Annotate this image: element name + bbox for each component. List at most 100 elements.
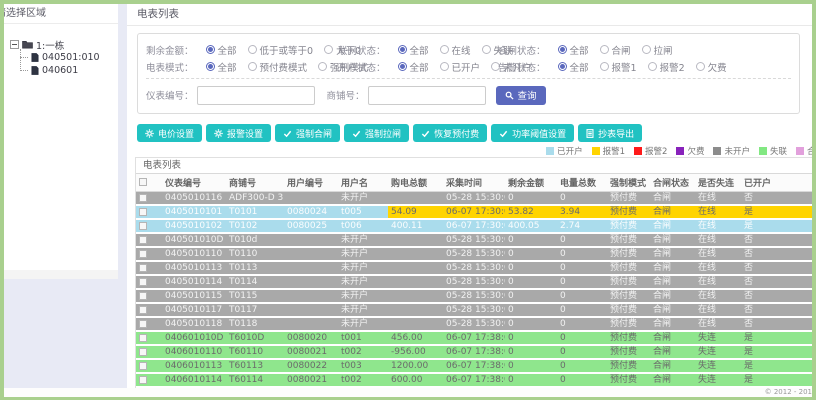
radio-icon[interactable] bbox=[599, 62, 609, 71]
query-button[interactable]: 查询 bbox=[495, 85, 546, 105]
action-button-label: 电价设置 bbox=[158, 129, 195, 140]
radio-option[interactable]: 在线 bbox=[439, 43, 471, 57]
radio-selected-icon[interactable] bbox=[205, 45, 215, 54]
action-button-强制合闸[interactable]: 强制合闸 bbox=[275, 124, 341, 142]
table-row[interactable]: 0405010113T0113未开户05-28 15:30:0000预付费合闸在… bbox=[136, 261, 812, 276]
radio-icon[interactable] bbox=[318, 62, 328, 71]
row-checkbox[interactable] bbox=[139, 361, 147, 370]
radio-option[interactable]: 已开户 bbox=[439, 60, 480, 74]
action-button-强制拉闸[interactable]: 强制拉闸 bbox=[344, 124, 410, 142]
column-header[interactable]: 购电总额 bbox=[388, 173, 443, 192]
column-header[interactable]: 用户编号 bbox=[284, 173, 338, 192]
row-checkbox[interactable] bbox=[139, 235, 147, 244]
tree-root-node[interactable]: 1:一栋 bbox=[10, 38, 118, 52]
radio-selected-icon[interactable] bbox=[557, 45, 567, 54]
column-header[interactable]: 剩余金额 bbox=[505, 173, 557, 192]
select-all-checkbox[interactable] bbox=[139, 178, 147, 186]
table-row[interactable]: 0405010117T0117未开户05-28 15:30:0000预付费合闸在… bbox=[136, 303, 812, 318]
column-header[interactable]: 商铺号 bbox=[226, 173, 284, 192]
action-button-功率阈值设置[interactable]: 功率阈值设置 bbox=[491, 124, 575, 142]
radio-option[interactable]: 报警2 bbox=[647, 60, 685, 74]
row-checkbox[interactable] bbox=[139, 263, 147, 272]
table-cell: 05-28 15:30:00 bbox=[443, 191, 505, 206]
tree-node-label[interactable]: 040501:010 bbox=[42, 52, 100, 63]
table-row[interactable]: 0405010116ADF300-D 3未开户05-28 15:30:0000预… bbox=[136, 191, 812, 206]
table-row[interactable]: 0406010110 T60110 0080021 t002 -956.00 06-07 … bbox=[136, 345, 812, 360]
table-row[interactable]: 0405010110T0110未开户05-28 15:30:0000预付费合闸在… bbox=[136, 247, 812, 262]
radio-icon[interactable] bbox=[439, 45, 449, 54]
tree-collapse-icon[interactable] bbox=[10, 40, 19, 49]
action-button-抄表导出[interactable]: 抄表导出 bbox=[578, 124, 643, 142]
action-button-恢复预付费[interactable]: 恢复预付费 bbox=[413, 124, 488, 142]
radio-icon[interactable] bbox=[599, 45, 609, 54]
radio-icon[interactable] bbox=[439, 62, 449, 71]
column-header[interactable]: 已开户 bbox=[741, 173, 812, 192]
row-checkbox[interactable] bbox=[139, 375, 147, 384]
table-row[interactable]: 0405010114T0114未开户05-28 15:30:0000预付费合闸在… bbox=[136, 275, 812, 290]
table-row[interactable]: 040501010DT010d未开户05-28 15:30:0000预付费合闸在… bbox=[136, 233, 812, 248]
radio-selected-icon[interactable] bbox=[397, 45, 407, 54]
radio-option[interactable]: 预付费模式 bbox=[247, 60, 307, 74]
table-row[interactable]: 0405010115T0115未开户05-28 15:30:0000预付费合闸在… bbox=[136, 289, 812, 304]
radio-icon[interactable] bbox=[641, 45, 651, 54]
row-checkbox[interactable] bbox=[139, 319, 147, 328]
radio-option[interactable]: 低于或等于0 bbox=[247, 43, 313, 57]
radio-icon[interactable] bbox=[695, 62, 705, 71]
column-header[interactable]: 强制模式 bbox=[607, 173, 650, 192]
row-checkbox[interactable] bbox=[139, 221, 147, 230]
table-cell: 05-28 15:30:00 bbox=[443, 233, 505, 248]
row-checkbox[interactable] bbox=[139, 305, 147, 314]
row-checkbox[interactable] bbox=[139, 291, 147, 300]
action-button-报警设置[interactable]: 报警设置 bbox=[206, 124, 272, 142]
action-button-电价设置[interactable]: 电价设置 bbox=[137, 124, 203, 142]
row-checkbox[interactable] bbox=[139, 333, 147, 342]
meter-no-input[interactable] bbox=[196, 85, 315, 105]
radio-option[interactable]: 全部 bbox=[205, 60, 237, 74]
radio-option[interactable]: 报警1 bbox=[599, 60, 637, 74]
column-header[interactable]: 仪表编号 bbox=[162, 173, 226, 192]
radio-option[interactable]: 全部 bbox=[397, 43, 429, 57]
radio-icon[interactable] bbox=[247, 62, 257, 71]
column-header[interactable]: 用户名 bbox=[338, 173, 388, 192]
row-checkbox[interactable] bbox=[139, 347, 147, 356]
tree-node-label[interactable]: 040601 bbox=[42, 65, 78, 76]
radio-selected-icon[interactable] bbox=[397, 62, 407, 71]
row-checkbox[interactable] bbox=[139, 249, 147, 258]
table-row[interactable]: 040601010D T6010D 0080020 t001 456.00 06-07 1… bbox=[136, 331, 812, 346]
table-body: 0405010116ADF300-D 3未开户05-28 15:30:0000预… bbox=[136, 191, 812, 388]
radio-icon[interactable] bbox=[481, 45, 491, 54]
radio-icon[interactable] bbox=[647, 62, 657, 71]
row-checkbox[interactable] bbox=[139, 193, 147, 202]
column-header[interactable]: 合闸状态 bbox=[650, 173, 695, 192]
table-cell: 合闸 bbox=[650, 247, 695, 262]
tree-node[interactable]: 040501:010 bbox=[20, 51, 118, 64]
column-header[interactable]: 采集时间 bbox=[443, 173, 505, 192]
radio-selected-icon[interactable] bbox=[205, 62, 215, 71]
table-row[interactable]: 0405010101 T0101 0080024 t005 54.09 06-07 17:… bbox=[136, 205, 812, 220]
tree-node[interactable]: 040601 bbox=[20, 64, 118, 77]
radio-option[interactable]: 合闸 bbox=[599, 43, 631, 57]
radio-selected-icon[interactable] bbox=[557, 62, 567, 71]
radio-option[interactable]: 全部 bbox=[397, 60, 429, 74]
table-cell: 在线 bbox=[695, 191, 741, 206]
table-cell bbox=[388, 233, 443, 248]
column-header[interactable]: 电量总数 bbox=[557, 173, 607, 192]
column-header[interactable]: 是否失连 bbox=[695, 173, 741, 192]
radio-option[interactable]: 欠费 bbox=[695, 60, 727, 74]
row-checkbox[interactable] bbox=[139, 207, 147, 216]
table-row[interactable]: 0405010102 T0102 0080025 t006 400.11 06-07 17… bbox=[136, 219, 812, 234]
tree-root-label[interactable]: 1:一栋 bbox=[36, 38, 64, 52]
radio-option[interactable]: 全部 bbox=[205, 43, 237, 57]
radio-option[interactable]: 全部 bbox=[557, 60, 589, 74]
shop-no-input[interactable] bbox=[367, 85, 486, 105]
radio-option[interactable]: 全部 bbox=[557, 43, 589, 57]
radio-icon[interactable] bbox=[324, 45, 334, 54]
table-row[interactable]: 0406010113 T60113 0080022 t003 1200.00 06-07 … bbox=[136, 359, 812, 374]
radio-icon[interactable] bbox=[247, 45, 257, 54]
radio-option[interactable]: 拉闸 bbox=[641, 43, 673, 57]
table-row[interactable]: 0406010114 T60114 0080021 t002 600.00 06-07 1… bbox=[136, 373, 812, 388]
filter-group-label: 电表模式： bbox=[146, 62, 194, 74]
table-row[interactable]: 0405010118T0118未开户05-28 15:30:0000预付费合闸在… bbox=[136, 317, 812, 332]
row-checkbox[interactable] bbox=[139, 277, 147, 286]
table-cell: 0406010110 bbox=[162, 345, 226, 360]
